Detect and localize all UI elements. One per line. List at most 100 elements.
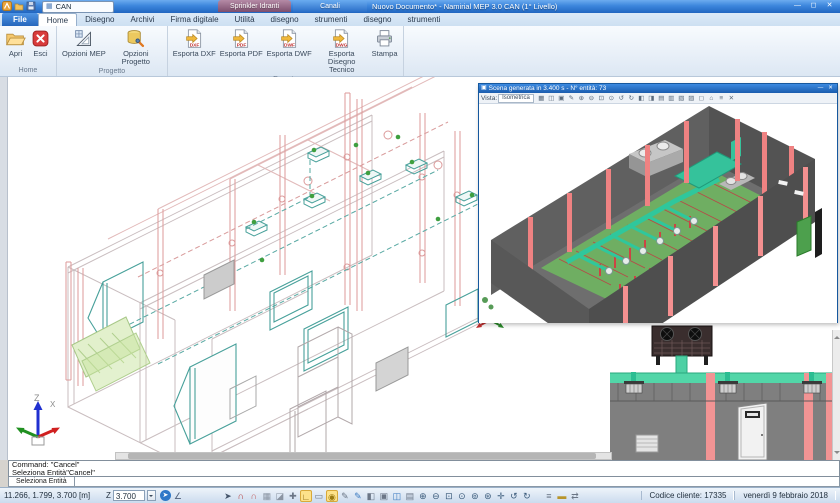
view-side-icon[interactable]: ▧ [677,94,686,103]
annotate-icon[interactable]: ✎ [567,94,576,103]
zoom-scale-icon[interactable]: ⊚ [469,490,481,502]
zoom-extents-icon[interactable]: ⊙ [607,94,616,103]
horizontal-scrollbar[interactable] [115,452,612,460]
crosshair-icon[interactable]: ✚ [287,490,299,502]
angle-icon[interactable]: ∠ [172,490,184,502]
save-icon[interactable] [26,1,36,11]
view-back-icon[interactable]: ▨ [687,94,696,103]
app-menu-icon[interactable] [2,1,12,11]
zoom-out-icon[interactable]: ⊖ [430,490,442,502]
pan-icon[interactable]: ✛ [495,490,507,502]
home-view-icon[interactable]: ⌂ [707,94,716,103]
tab-utilita[interactable]: Utilità [227,13,263,26]
solid-view-icon[interactable]: ▣ [557,94,566,103]
tab-file[interactable]: File [2,13,38,26]
command-input[interactable] [75,477,840,487]
zoom-out-icon[interactable]: ⊖ [587,94,596,103]
svg-text:DXF: DXF [189,42,199,48]
orbit-left-icon[interactable]: ↺ [617,94,626,103]
tab-archivi[interactable]: Archivi [122,13,162,26]
drawing-area[interactable]: Z X Z X [0,77,840,460]
contextual-group-sprinkler-idranti[interactable]: Sprinkler Idranti [218,0,291,12]
layout-icon[interactable]: ≡ [543,490,555,502]
view-front-icon[interactable]: ▥ [667,94,676,103]
close-render-icon[interactable]: ✕ [727,94,736,103]
tab-firma-digitale[interactable]: Firma digitale [163,13,227,26]
zoom-window-icon[interactable]: ⊡ [443,490,455,502]
render-window-titlebar[interactable]: ▣ Scena generata in 3.400 s - N° entità:… [479,84,837,93]
titlebar: ▦ CAN Sprinkler Idranti Canali Nuovo Doc… [0,0,840,13]
grid-icon[interactable]: ▦ [261,490,273,502]
options-icon[interactable]: ≡ [717,94,726,103]
contextual-group-canali[interactable]: Canali [293,0,367,12]
opzioni-mep-button[interactable]: Opzioni MEP [60,27,108,59]
render-window[interactable]: ▣ Scena generata in 3.400 s - N° entità:… [478,83,838,323]
z-dropdown-button[interactable] [147,490,156,501]
orbit-right-icon[interactable]: ↻ [627,94,636,103]
tab-sprinkler-disegno[interactable]: disegno [263,13,307,26]
tab-canali-disegno[interactable]: disegno [355,13,399,26]
open-file-icon[interactable] [14,1,24,11]
tab-sprinkler-strumenti[interactable]: strumenti [307,13,356,26]
orbit-icon[interactable]: ↺ [508,490,520,502]
view-top-icon[interactable]: ▤ [657,94,666,103]
tab-canali-strumenti[interactable]: strumenti [400,13,449,26]
background-icon[interactable]: ◻ [697,94,706,103]
render-window-title: Scena generata in 3.400 s - N° entità: 7… [489,84,814,93]
tab-home[interactable]: Home [38,13,77,26]
vertical-scrollbar[interactable] [832,330,840,460]
esporta-dxf-button[interactable]: DXF Esporta DXF [171,27,218,59]
fill-mode-icon[interactable]: ◧ [365,490,377,502]
osnap-tracking-icon[interactable]: ∩ [248,490,260,502]
button-label: Esporta DXF [173,50,216,58]
regen-icon[interactable]: ↻ [521,490,533,502]
solid-box-icon[interactable]: ▣ [378,490,390,502]
minimize-button[interactable]: — [790,1,805,11]
zoom-extents-icon[interactable]: ⊙ [456,490,468,502]
zoom-window-icon[interactable]: ⊡ [597,94,606,103]
draw-pencil-icon[interactable]: ✎ [339,490,351,502]
document-selector[interactable]: ▦ CAN [42,1,114,13]
tab-disegno[interactable]: Disegno [77,13,122,26]
zoom-in-icon[interactable]: ⊕ [417,490,429,502]
esporta-dwf-button[interactable]: DWF Esporta DWF [265,27,314,59]
view-left-icon[interactable]: ◧ [637,94,646,103]
select-arrow-icon[interactable]: ➤ [222,490,234,502]
stampa-button[interactable]: Stampa [370,27,400,59]
esporta-disegno-tecnico-button[interactable]: DWG Esporta Disegno Tecnico [314,27,370,75]
esci-button[interactable]: Esci [28,27,53,59]
command-history[interactable]: Command: "Cancel" Seleziona Entità"Cance… [8,460,840,477]
shading-icon[interactable]: ◫ [547,94,556,103]
apri-button[interactable]: Apri [3,27,28,59]
close-button[interactable]: ✕ [822,1,837,11]
svg-text:DWF: DWF [284,42,295,48]
screen-icon[interactable]: ▤ [404,490,416,502]
horizontal-scrollbar-thumb[interactable] [128,453,596,459]
esporta-pdf-button[interactable]: PDF Esporta PDF [218,27,265,59]
selection-window-icon[interactable]: ▭ [313,490,325,502]
annotate-pen-icon[interactable]: ✎ [352,490,364,502]
cube-view-icon[interactable]: ◫ [391,490,403,502]
render-tool-strip: ▦◫▣✎⊕⊖⊡⊙↺↻◧◨▤▥▧▨◻⌂≡✕ [537,94,736,103]
view-mode-icon[interactable]: ▦ [537,94,546,103]
osnap-magnet-icon[interactable]: ∩ [235,490,247,502]
ruler-icon[interactable]: ▬ [556,490,568,502]
sync-icon[interactable]: ⇄ [569,490,581,502]
entity-light-icon[interactable]: ◉ [326,490,338,502]
render-viewport[interactable] [479,104,837,323]
view-right-icon[interactable]: ◨ [647,94,656,103]
scroll-up-arrow-icon[interactable] [834,333,840,339]
scroll-down-arrow-icon[interactable] [834,451,840,457]
render-close-button[interactable]: ✕ [826,85,835,92]
zoom-previous-icon[interactable]: ⊛ [482,490,494,502]
isoplane-icon[interactable]: ◪ [274,490,286,502]
command-prompt-tab[interactable]: Seleziona Entità [8,477,75,487]
z-value-input[interactable]: 3.700 [113,490,145,501]
maximize-button[interactable]: ◻ [806,1,821,11]
view-selector[interactable]: Isometrica [498,94,534,103]
render-minimize-button[interactable]: — [816,85,825,92]
opzioni-progetto-button[interactable]: Opzioni Progetto [108,27,164,67]
set-elevation-icon[interactable]: ➤ [160,490,171,501]
zoom-in-icon[interactable]: ⊕ [577,94,586,103]
ortho-icon[interactable]: ∟ [300,490,312,502]
